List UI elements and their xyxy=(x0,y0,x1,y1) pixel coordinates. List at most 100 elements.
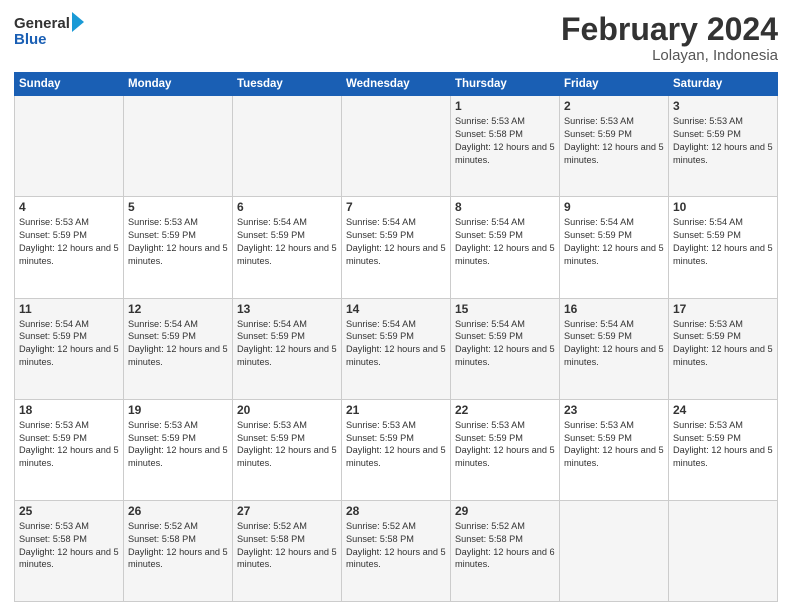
title-block: February 2024 Lolayan, Indonesia xyxy=(561,12,778,64)
table-row: 4 Sunrise: 5:53 AM Sunset: 5:59 PM Daylig… xyxy=(15,197,124,298)
svg-text:Blue: Blue xyxy=(14,31,47,48)
day-number: 22 xyxy=(455,403,555,417)
table-row: 29 Sunrise: 5:52 AM Sunset: 5:58 PM Dayli… xyxy=(451,500,560,601)
day-number: 21 xyxy=(346,403,446,417)
day-number: 14 xyxy=(346,302,446,316)
cell-info: Sunrise: 5:53 AM Sunset: 5:59 PM Dayligh… xyxy=(564,419,664,471)
month-title: February 2024 xyxy=(561,12,778,47)
day-number: 1 xyxy=(455,99,555,113)
table-row: 28 Sunrise: 5:52 AM Sunset: 5:58 PM Dayli… xyxy=(342,500,451,601)
cell-info: Sunrise: 5:53 AM Sunset: 5:58 PM Dayligh… xyxy=(455,115,555,167)
table-row: 9 Sunrise: 5:54 AM Sunset: 5:59 PM Daylig… xyxy=(560,197,669,298)
col-saturday: Saturday xyxy=(669,73,778,96)
day-number: 12 xyxy=(128,302,228,316)
calendar-table: Sunday Monday Tuesday Wednesday Thursday… xyxy=(14,72,778,602)
svg-text:General: General xyxy=(14,15,70,32)
table-row: 26 Sunrise: 5:52 AM Sunset: 5:58 PM Dayli… xyxy=(124,500,233,601)
cell-info: Sunrise: 5:53 AM Sunset: 5:59 PM Dayligh… xyxy=(673,115,773,167)
table-row: 8Sunrise: 5:54 AM Sunset: 5:59 PM Daylig… xyxy=(451,197,560,298)
table-row xyxy=(15,96,124,197)
day-number: 26 xyxy=(128,504,228,518)
table-row: 19Sunrise: 5:53 AM Sunset: 5:59 PM Dayli… xyxy=(124,399,233,500)
cell-info: Sunrise: 5:53 AM Sunset: 5:59 PM Dayligh… xyxy=(346,419,446,471)
col-wednesday: Wednesday xyxy=(342,73,451,96)
table-row xyxy=(669,500,778,601)
table-row: 11 Sunrise: 5:54 AM Sunset: 5:59 PM Dayli… xyxy=(15,298,124,399)
cell-info: Sunrise: 5:54 AM Sunset: 5:59 PM Dayligh… xyxy=(564,216,664,268)
col-tuesday: Tuesday xyxy=(233,73,342,96)
cell-info: Sunrise: 5:53 AM Sunset: 5:59 PM Dayligh… xyxy=(237,419,337,471)
table-row: 17Sunrise: 5:53 AM Sunset: 5:59 PM Dayli… xyxy=(669,298,778,399)
cell-info: Sunrise: 5:54 AM Sunset: 5:59 PM Dayligh… xyxy=(673,216,773,268)
table-row: 13 Sunrise: 5:54 AM Sunset: 5:59 PM Dayli… xyxy=(233,298,342,399)
day-number: 2 xyxy=(564,99,664,113)
table-row: 16 Sunrise: 5:54 AM Sunset: 5:59 PM Dayli… xyxy=(560,298,669,399)
page: GeneralBlue February 2024 Lolayan, Indon… xyxy=(0,0,792,612)
cell-info: Sunrise: 5:54 AM Sunset: 5:59 PM Dayligh… xyxy=(564,318,664,370)
day-number: 24 xyxy=(673,403,773,417)
col-monday: Monday xyxy=(124,73,233,96)
table-row xyxy=(342,96,451,197)
table-row: 7 Sunrise: 5:54 AM Sunset: 5:59 PM Daylig… xyxy=(342,197,451,298)
cell-info: Sunrise: 5:54 AM Sunset: 5:59 PM Dayligh… xyxy=(237,216,337,268)
day-number: 5 xyxy=(128,200,228,214)
cell-info: Sunrise: 5:54 AM Sunset: 5:59 PM Dayligh… xyxy=(19,318,119,370)
general-blue-logo-icon: GeneralBlue xyxy=(14,12,84,48)
day-number: 28 xyxy=(346,504,446,518)
cell-info: Sunrise: 5:52 AM Sunset: 5:58 PM Dayligh… xyxy=(346,520,446,572)
day-number: 7 xyxy=(346,200,446,214)
cell-info: Sunrise: 5:52 AM Sunset: 5:58 PM Dayligh… xyxy=(128,520,228,572)
day-number: 19 xyxy=(128,403,228,417)
cell-info: Sunrise: 5:53 AM Sunset: 5:59 PM Dayligh… xyxy=(19,216,119,268)
day-number: 8 xyxy=(455,200,555,214)
header-row: Sunday Monday Tuesday Wednesday Thursday… xyxy=(15,73,778,96)
day-number: 23 xyxy=(564,403,664,417)
day-number: 9 xyxy=(564,200,664,214)
table-row: 23 Sunrise: 5:53 AM Sunset: 5:59 PM Dayli… xyxy=(560,399,669,500)
table-row: 15 Sunrise: 5:54 AM Sunset: 5:59 PM Dayli… xyxy=(451,298,560,399)
table-row: 18Sunrise: 5:53 AM Sunset: 5:59 PM Dayli… xyxy=(15,399,124,500)
cell-info: Sunrise: 5:53 AM Sunset: 5:59 PM Dayligh… xyxy=(673,419,773,471)
day-number: 13 xyxy=(237,302,337,316)
day-number: 18 xyxy=(19,403,119,417)
cell-info: Sunrise: 5:54 AM Sunset: 5:59 PM Dayligh… xyxy=(128,318,228,370)
cell-info: Sunrise: 5:54 AM Sunset: 5:59 PM Dayligh… xyxy=(346,318,446,370)
cell-info: Sunrise: 5:52 AM Sunset: 5:58 PM Dayligh… xyxy=(237,520,337,572)
table-row: 24 Sunrise: 5:53 AM Sunset: 5:59 PM Dayli… xyxy=(669,399,778,500)
day-number: 20 xyxy=(237,403,337,417)
logo: GeneralBlue xyxy=(14,12,84,48)
table-row xyxy=(233,96,342,197)
col-friday: Friday xyxy=(560,73,669,96)
table-row xyxy=(124,96,233,197)
table-row: 10 Sunrise: 5:54 AM Sunset: 5:59 PM Dayli… xyxy=(669,197,778,298)
table-row: 14 Sunrise: 5:54 AM Sunset: 5:59 PM Dayli… xyxy=(342,298,451,399)
day-number: 29 xyxy=(455,504,555,518)
header: GeneralBlue February 2024 Lolayan, Indon… xyxy=(14,12,778,64)
cell-info: Sunrise: 5:54 AM Sunset: 5:59 PM Dayligh… xyxy=(455,318,555,370)
table-row: 22Sunrise: 5:53 AM Sunset: 5:59 PM Dayli… xyxy=(451,399,560,500)
day-number: 10 xyxy=(673,200,773,214)
table-row: 6 Sunrise: 5:54 AM Sunset: 5:59 PM Daylig… xyxy=(233,197,342,298)
table-row: 20 Sunrise: 5:53 AM Sunset: 5:59 PM Dayli… xyxy=(233,399,342,500)
day-number: 17 xyxy=(673,302,773,316)
table-row: 25Sunrise: 5:53 AM Sunset: 5:58 PM Dayli… xyxy=(15,500,124,601)
table-row: 21 Sunrise: 5:53 AM Sunset: 5:59 PM Dayli… xyxy=(342,399,451,500)
table-row xyxy=(560,500,669,601)
day-number: 25 xyxy=(19,504,119,518)
cell-info: Sunrise: 5:54 AM Sunset: 5:59 PM Dayligh… xyxy=(346,216,446,268)
col-thursday: Thursday xyxy=(451,73,560,96)
cell-info: Sunrise: 5:52 AM Sunset: 5:58 PM Dayligh… xyxy=(455,520,555,572)
table-row: 3Sunrise: 5:53 AM Sunset: 5:59 PM Daylig… xyxy=(669,96,778,197)
day-number: 4 xyxy=(19,200,119,214)
table-row: 2 Sunrise: 5:53 AM Sunset: 5:59 PM Daylig… xyxy=(560,96,669,197)
cell-info: Sunrise: 5:54 AM Sunset: 5:59 PM Dayligh… xyxy=(237,318,337,370)
day-number: 15 xyxy=(455,302,555,316)
table-row: 27Sunrise: 5:52 AM Sunset: 5:58 PM Dayli… xyxy=(233,500,342,601)
day-number: 6 xyxy=(237,200,337,214)
cell-info: Sunrise: 5:53 AM Sunset: 5:59 PM Dayligh… xyxy=(564,115,664,167)
cell-info: Sunrise: 5:53 AM Sunset: 5:59 PM Dayligh… xyxy=(128,216,228,268)
table-row: 5 Sunrise: 5:53 AM Sunset: 5:59 PM Daylig… xyxy=(124,197,233,298)
day-number: 11 xyxy=(19,302,119,316)
day-number: 16 xyxy=(564,302,664,316)
table-row: 12 Sunrise: 5:54 AM Sunset: 5:59 PM Dayli… xyxy=(124,298,233,399)
